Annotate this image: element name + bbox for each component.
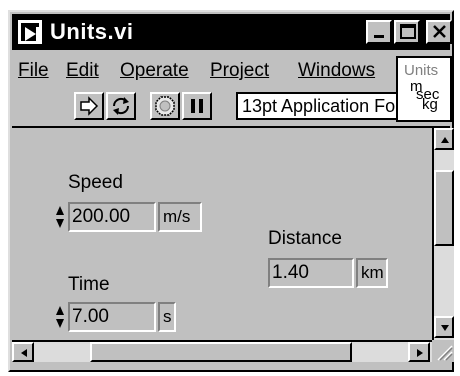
run-arrow-icon	[80, 96, 99, 116]
window-title: Units.vi	[50, 19, 134, 44]
run-continuously-icon	[112, 97, 130, 115]
time-label: Time	[68, 274, 110, 295]
scroll-down-button[interactable]	[434, 316, 454, 338]
time-control[interactable]: 7.00	[68, 302, 156, 332]
menu-edit[interactable]: Edit	[66, 60, 99, 82]
toolbar: 13pt Application Font	[14, 88, 398, 124]
units-icon-label: Units	[404, 62, 439, 79]
pause-icon	[191, 99, 203, 113]
updown-arrows-icon	[56, 306, 64, 328]
scroll-up-button[interactable]	[434, 128, 454, 150]
speed-control[interactable]: 200.00	[68, 202, 156, 232]
speed-increment-decrement[interactable]	[54, 202, 66, 232]
time-increment-decrement[interactable]	[54, 302, 66, 332]
units-icon-kg: kg	[422, 96, 438, 113]
maximize-button[interactable]	[394, 20, 420, 44]
minimize-button[interactable]	[366, 20, 392, 44]
updown-arrows-icon	[56, 206, 64, 228]
arrow-left-icon	[21, 349, 27, 357]
labview-vi-icon[interactable]	[18, 20, 42, 44]
scroll-left-button[interactable]	[12, 342, 34, 362]
menu-operate[interactable]: Operate	[120, 60, 189, 82]
font-ring[interactable]: 13pt Application Font	[236, 92, 398, 120]
menu-file[interactable]: File	[18, 60, 49, 82]
horizontal-scrollbar[interactable]	[12, 340, 432, 362]
pause-button[interactable]	[182, 92, 212, 120]
resize-grip-icon	[437, 345, 453, 361]
speed-unit-label[interactable]: m/s	[158, 202, 202, 232]
distance-label: Distance	[268, 228, 342, 249]
resize-grip[interactable]	[432, 340, 454, 362]
speed-label: Speed	[68, 172, 123, 193]
vertical-scroll-thumb[interactable]	[434, 170, 454, 246]
scroll-right-button[interactable]	[408, 342, 430, 362]
arrow-right-icon	[417, 349, 423, 357]
arrow-down-icon	[441, 325, 449, 331]
title-bar[interactable]: Units.vi	[12, 14, 452, 50]
time-unit-label[interactable]: s	[158, 302, 176, 332]
run-button[interactable]	[74, 92, 104, 120]
menu-windows[interactable]: Windows	[298, 60, 375, 82]
arrow-up-icon	[441, 137, 449, 143]
distance-unit-label[interactable]: km	[356, 258, 388, 288]
close-icon	[433, 25, 446, 38]
horizontal-scroll-thumb[interactable]	[90, 342, 352, 362]
abort-icon	[155, 96, 175, 116]
menu-project[interactable]: Project	[210, 60, 269, 82]
run-continuously-button[interactable]	[106, 92, 136, 120]
menu-bar: File Edit Operate Project Windows	[14, 54, 396, 88]
close-button[interactable]	[426, 20, 452, 44]
distance-indicator: 1.40	[268, 258, 354, 288]
vi-window: Units.vi File Edit Operate Project Windo…	[8, 10, 454, 372]
minimize-icon	[374, 35, 384, 38]
vi-icon-units: Units m sec kg	[396, 56, 452, 122]
front-panel: Speed 200.00 m/s Time 7.00 s Distance 1.…	[12, 128, 430, 340]
vertical-scrollbar[interactable]	[432, 128, 454, 340]
maximize-icon	[400, 24, 416, 39]
abort-button[interactable]	[150, 92, 180, 120]
